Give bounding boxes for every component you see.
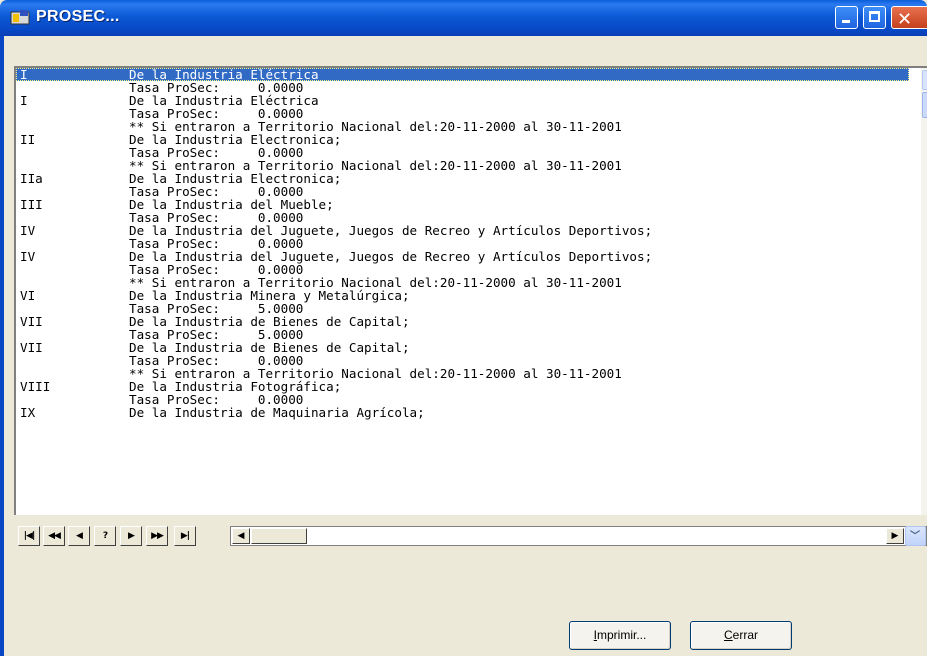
prosec-list[interactable]: I De la Industria Eléctrica Tasa ProSec: 0… [14, 66, 927, 515]
record-navigator: |◀| ◀◀ ◀? ▶ ▶▶ ▶| ◀ ▶ ﹀ [14, 515, 927, 561]
prosec-window: PROSEC... ✕ I De la Industria Eléctrica Ta… [0, 0, 927, 656]
print-button[interactable]: Imprimir... [569, 621, 671, 650]
window-frame-left [0, 36, 4, 656]
row-code: III [20, 197, 43, 212]
scroll-up-button[interactable]: ︿ [922, 70, 927, 90]
row-code: II [20, 132, 36, 147]
row-code: VII [20, 340, 43, 355]
scroll-down-button[interactable]: ﹀ [905, 526, 926, 546]
list-row[interactable]: IX De la Industria de Maquinaria Agrícola… [16, 406, 909, 419]
next-page-button[interactable]: ▶▶ [146, 526, 168, 546]
app-icon [10, 10, 30, 25]
row-code: IX [20, 405, 36, 420]
chevron-down-icon: ﹀ [910, 531, 920, 542]
prev-record-button[interactable]: ◀ [68, 526, 90, 546]
row-code: VII [20, 314, 43, 329]
row-code: IIa [20, 171, 43, 186]
minimize-icon [842, 20, 850, 23]
maximize-button[interactable] [863, 6, 886, 29]
minimize-button[interactable] [835, 6, 858, 29]
close-window-button[interactable]: ✕ [891, 6, 927, 30]
vertical-scroll-thumb[interactable] [922, 92, 927, 118]
prev-page-button[interactable]: ◀◀ [43, 526, 65, 546]
first-record-button[interactable]: |◀| [18, 526, 40, 546]
vertical-scrollbar[interactable]: ︿ [921, 68, 927, 515]
row-code: VI [20, 288, 36, 303]
row-code: VIII [20, 379, 51, 394]
next-record-button[interactable]: ▶ [120, 526, 142, 546]
title-bar[interactable]: PROSEC... ✕ [0, 0, 927, 36]
close-button[interactable]: Cerrar [690, 621, 792, 650]
horizontal-scrollbar[interactable]: ◀ ▶ ﹀ [230, 526, 927, 546]
row-code: IV [20, 223, 36, 238]
scroll-left-button[interactable]: ◀ [232, 528, 250, 544]
last-record-button[interactable]: ▶| [174, 526, 196, 546]
maximize-icon [869, 11, 880, 22]
horizontal-scroll-thumb[interactable] [251, 528, 307, 544]
row-code: I [20, 93, 28, 108]
help-button[interactable]: ? [94, 526, 116, 546]
row-description: De la Industria de Maquinaria Agrícola; [129, 405, 425, 420]
row-code: I [20, 67, 28, 82]
scroll-right-button[interactable]: ▶ [886, 528, 904, 544]
list-rows: I De la Industria Eléctrica Tasa ProSec: 0… [16, 68, 909, 419]
window-title: PROSEC... [36, 8, 120, 25]
row-code: IV [20, 249, 36, 264]
close-icon: ✕ [897, 9, 913, 30]
